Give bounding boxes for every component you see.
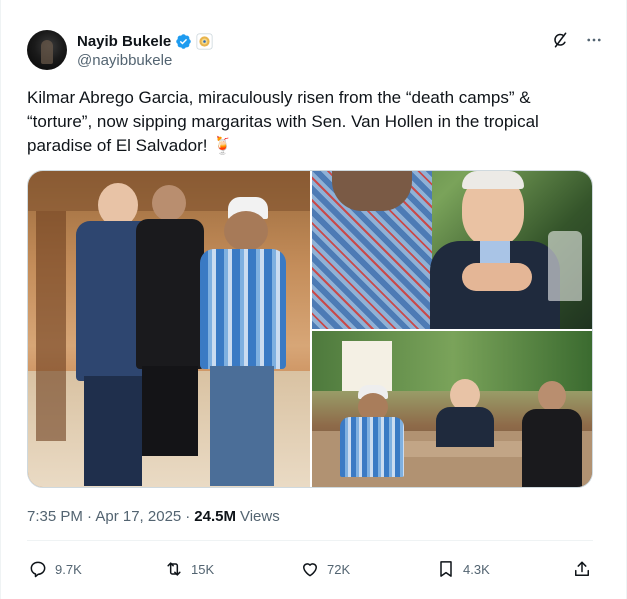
tweet-meta: 7:35 PM · Apr 17, 2025 · 24.5M Views — [27, 508, 280, 525]
author-name-row: Nayib Bukele — [77, 31, 213, 51]
share-icon — [571, 558, 593, 580]
photo-table-scene[interactable] — [312, 331, 592, 487]
header-actions — [550, 30, 604, 50]
author-handle[interactable]: @nayibbukele — [77, 52, 172, 69]
timestamp[interactable]: 7:35 PM · Apr 17, 2025 — [27, 508, 181, 525]
media-grid — [27, 170, 593, 488]
reply-count: 9.7K — [55, 561, 82, 577]
verified-badge-icon[interactable] — [175, 33, 192, 50]
tweet-text: Kilmar Abrego Garcia, miraculously risen… — [27, 88, 539, 155]
avatar-figure — [41, 40, 53, 64]
reply-icon — [27, 558, 49, 580]
action-bar: 9.7K 15K 72K 4.3K — [27, 552, 593, 586]
government-affiliation-icon[interactable] — [196, 32, 213, 50]
author-display-name[interactable]: Nayib Bukele — [77, 33, 171, 50]
bookmark-icon — [435, 558, 457, 580]
bookmark-button[interactable]: 4.3K — [435, 558, 495, 580]
repost-icon — [163, 558, 185, 580]
photo-senator-closeup[interactable] — [312, 171, 592, 329]
like-button[interactable]: 72K — [299, 558, 359, 580]
divider — [27, 540, 593, 541]
photo-handshake[interactable] — [28, 171, 310, 487]
views-label: Views — [239, 508, 280, 525]
bookmark-count: 4.3K — [463, 561, 490, 577]
meta-separator: · — [185, 508, 191, 525]
views-count: 24.5M — [194, 508, 236, 525]
reply-button[interactable]: 9.7K — [27, 558, 87, 580]
repost-button[interactable]: 15K — [163, 558, 223, 580]
heart-icon — [299, 558, 321, 580]
like-count: 72K — [327, 561, 351, 577]
grok-icon[interactable] — [550, 30, 570, 50]
tweet-card: Nayib Bukele @nayibbukele Kilmar Abrego … — [0, 0, 627, 599]
share-button[interactable] — [571, 558, 593, 580]
more-icon[interactable] — [584, 30, 604, 50]
repost-count: 15K — [191, 561, 215, 577]
avatar[interactable] — [27, 30, 67, 70]
